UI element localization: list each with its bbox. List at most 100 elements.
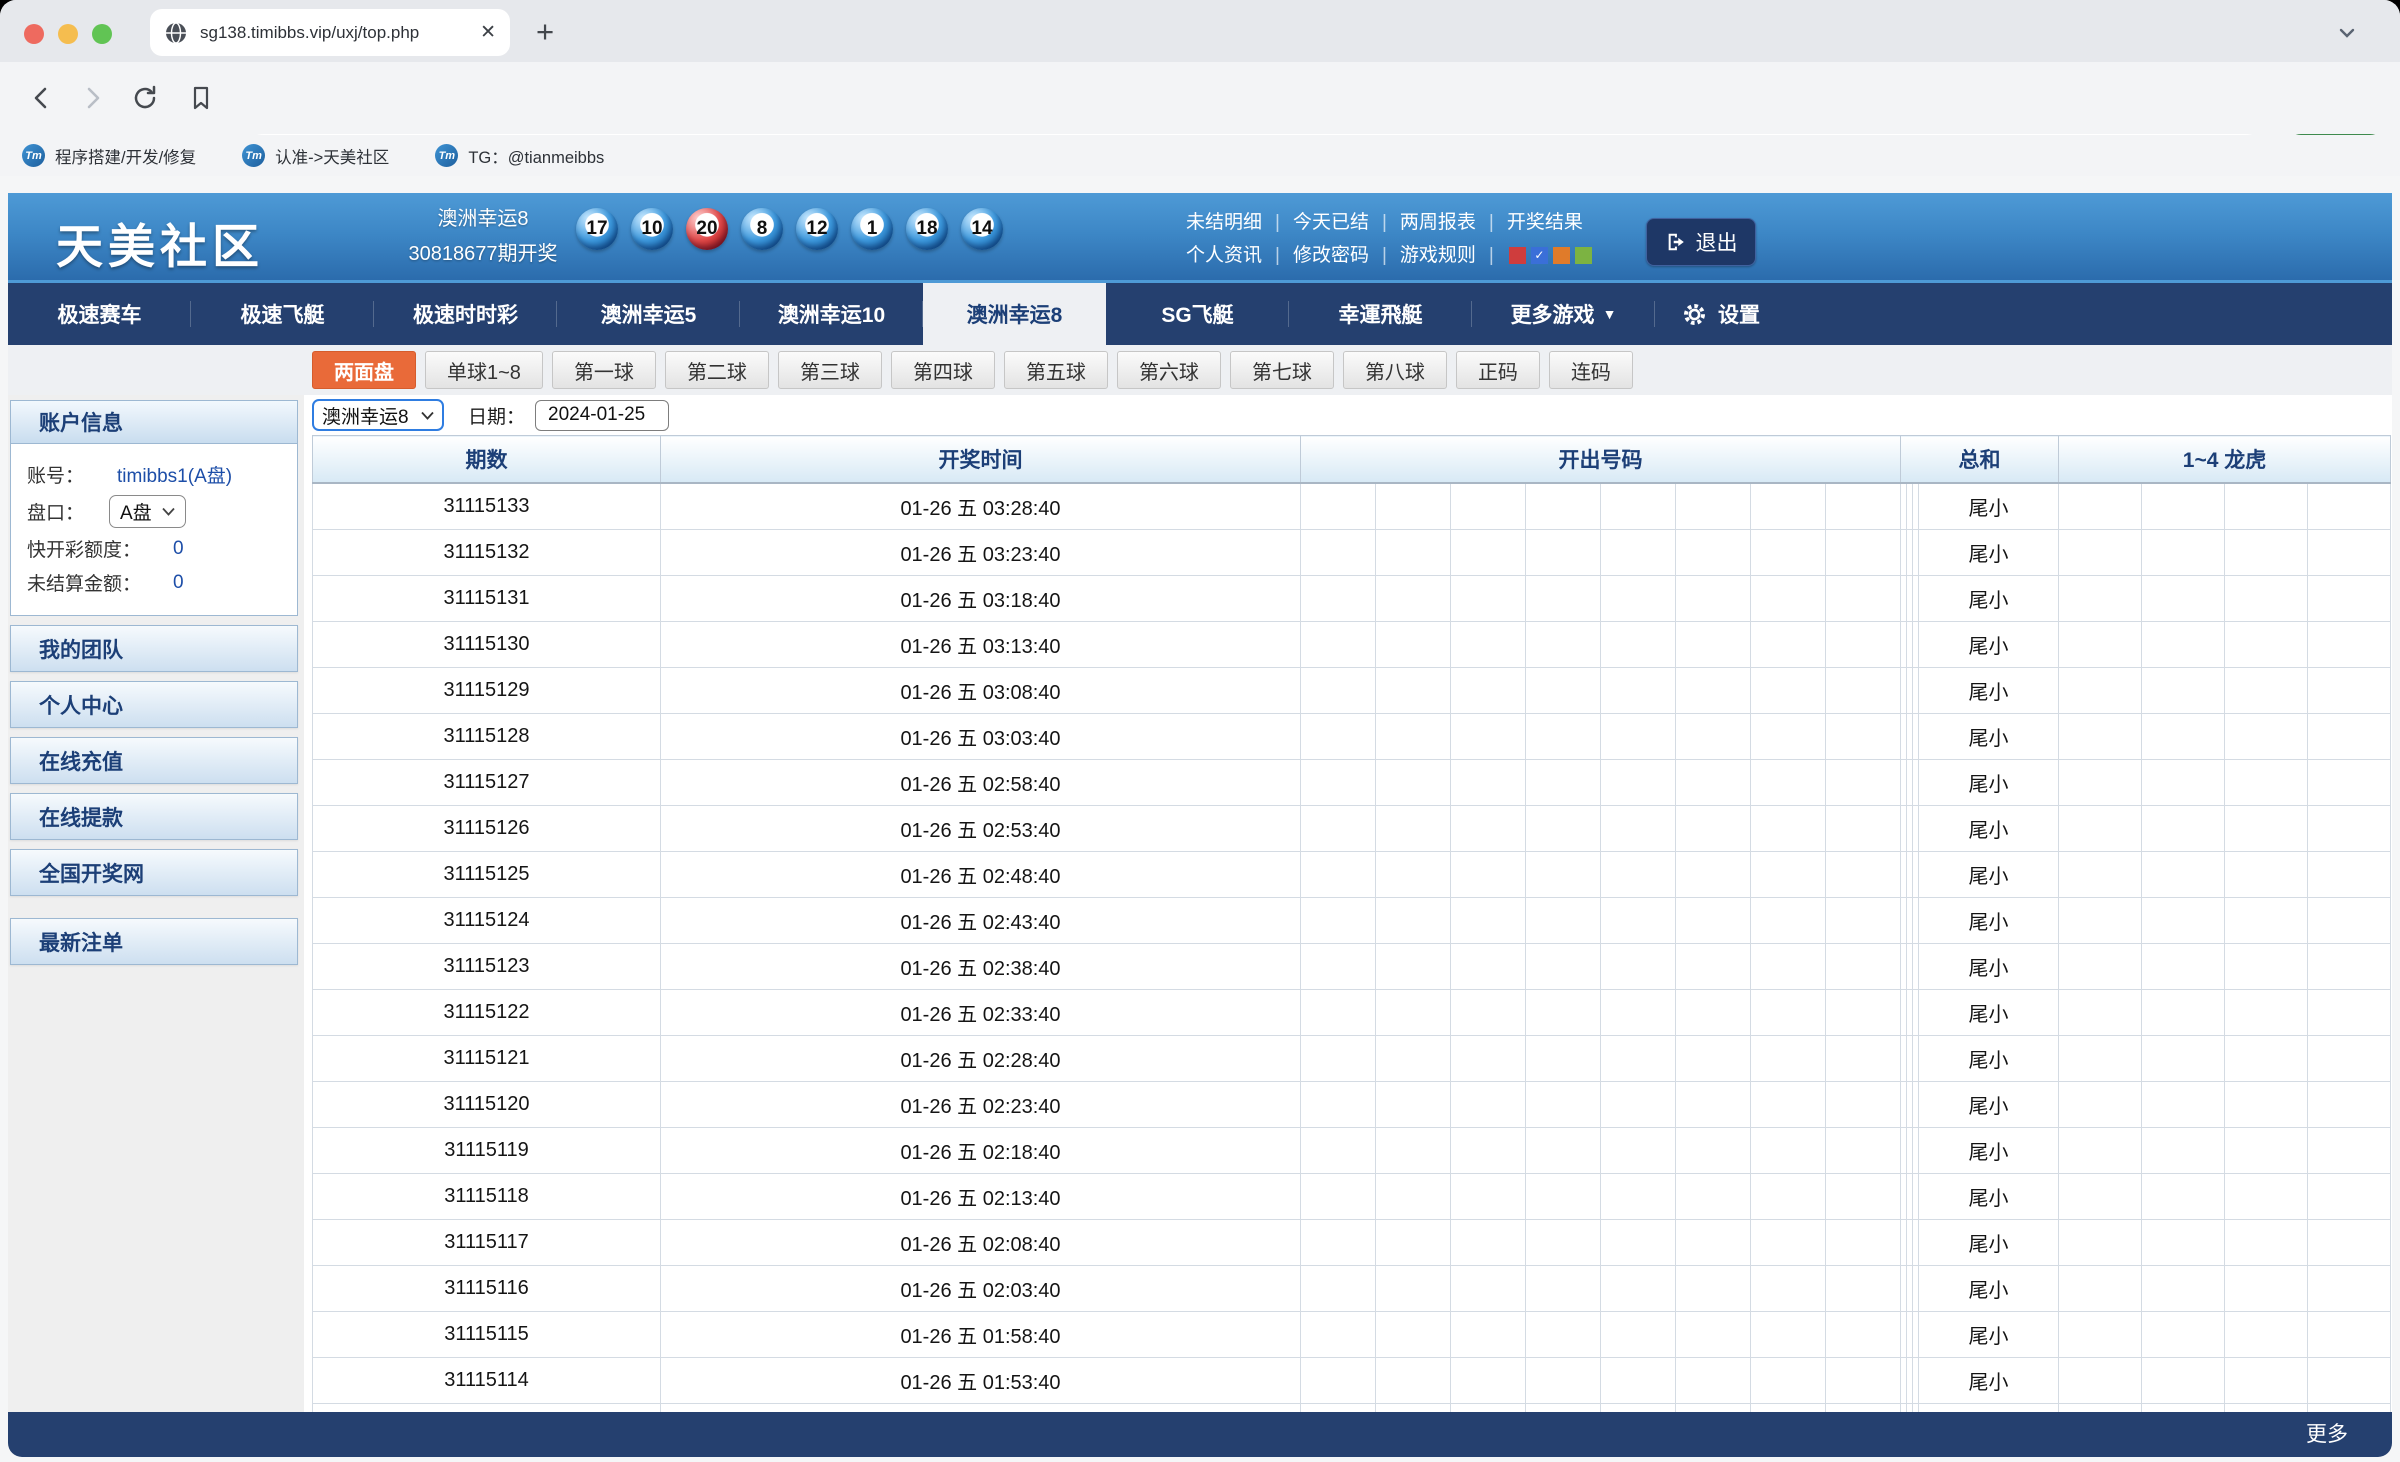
bet-type-tab-2[interactable]: 单球1~8 bbox=[425, 351, 543, 389]
sidebar-button-6[interactable]: 最新注单 bbox=[10, 918, 298, 965]
results-table: 期数 开奖时间 开出号码 总和 1~4 龙虎 3111513301-26 五 0… bbox=[312, 435, 2391, 1412]
cell-number bbox=[1676, 1128, 1751, 1174]
bet-type-tab-4[interactable]: 第二球 bbox=[665, 351, 769, 389]
theme-color-swatch[interactable] bbox=[1575, 247, 1592, 264]
header-link[interactable]: 个人资讯 bbox=[1186, 239, 1262, 272]
nav-item-settings[interactable]: 设置 bbox=[1655, 283, 1786, 345]
cell-sum: 尾小 bbox=[1919, 1266, 2059, 1312]
cell-dragon-tiger bbox=[2225, 1036, 2308, 1082]
sidebar: 账户信息 账号： timibbs1(A盘) 盘口： A盘 快开彩额度： 0 未结… bbox=[10, 400, 298, 965]
cell-dragon-tiger bbox=[2225, 898, 2308, 944]
logout-button[interactable]: 退出 bbox=[1646, 218, 1756, 266]
header-link[interactable]: 两周报表 bbox=[1400, 206, 1476, 239]
col-numbers: 开出号码 bbox=[1301, 436, 1901, 484]
link-separator: | bbox=[1275, 206, 1280, 239]
bet-type-tab-7[interactable]: 第五球 bbox=[1004, 351, 1108, 389]
bookmark-favicon-icon: Tm bbox=[435, 144, 458, 167]
sidebar-button-1[interactable]: 我的团队 bbox=[10, 625, 298, 672]
gear-icon bbox=[1681, 301, 1708, 328]
nav-item-7[interactable]: SG飞艇 bbox=[1106, 283, 1289, 345]
cell-number bbox=[1676, 668, 1751, 714]
bookmark-button[interactable] bbox=[186, 83, 216, 113]
cell-dragon-tiger bbox=[2142, 668, 2225, 714]
bet-type-tab-10[interactable]: 第八球 bbox=[1343, 351, 1447, 389]
cell-time: 01-26 五 01:53:40 bbox=[661, 1358, 1301, 1404]
theme-color-swatch[interactable]: ✓ bbox=[1531, 247, 1548, 264]
tab-close-icon[interactable]: ✕ bbox=[480, 21, 496, 44]
cell-number bbox=[1376, 1404, 1451, 1413]
back-button[interactable] bbox=[26, 83, 56, 113]
cell-sum: 尾小 bbox=[1919, 668, 2059, 714]
account-info-panel: 账号： timibbs1(A盘) 盘口： A盘 快开彩额度： 0 未结算金额： … bbox=[10, 444, 298, 616]
game-select[interactable]: 澳洲幸运8 bbox=[312, 399, 444, 431]
cell-number bbox=[1301, 530, 1376, 576]
theme-color-swatch[interactable] bbox=[1553, 247, 1570, 264]
cell-number bbox=[1301, 714, 1376, 760]
bet-type-tab-12[interactable]: 连码 bbox=[1549, 351, 1633, 389]
nav-item-9[interactable]: 更多游戏▼ bbox=[1472, 283, 1655, 345]
cell-number bbox=[1751, 1128, 1826, 1174]
browser-tab[interactable]: sg138.timibbs.vip/uxj/top.php ✕ bbox=[150, 9, 510, 56]
bet-type-tab-3[interactable]: 第一球 bbox=[552, 351, 656, 389]
sidebar-button-5[interactable]: 全国开奖网 bbox=[10, 849, 298, 896]
sidebar-button-3[interactable]: 在线充值 bbox=[10, 737, 298, 784]
bet-type-tab-6[interactable]: 第四球 bbox=[891, 351, 995, 389]
sidebar-button-2[interactable]: 个人中心 bbox=[10, 681, 298, 728]
new-tab-button[interactable]: + bbox=[536, 16, 554, 48]
cell-number bbox=[1601, 576, 1676, 622]
nav-item-2[interactable]: 极速飞艇 bbox=[191, 283, 374, 345]
header-link[interactable]: 修改密码 bbox=[1293, 239, 1369, 272]
nav-item-4[interactable]: 澳洲幸运5 bbox=[557, 283, 740, 345]
cell-number bbox=[1376, 898, 1451, 944]
cell-dragon-tiger bbox=[2225, 1174, 2308, 1220]
cell-time: 01-26 五 02:48:40 bbox=[661, 852, 1301, 898]
table-row: 3111513301-26 五 03:28:40尾小 bbox=[313, 483, 2391, 530]
bookmark-favicon-icon: Tm bbox=[242, 144, 265, 167]
nav-item-8[interactable]: 幸運飛艇 bbox=[1289, 283, 1472, 345]
minimize-window-button[interactable] bbox=[58, 24, 78, 44]
cell-dragon-tiger bbox=[2225, 714, 2308, 760]
tab-search-chevron-icon[interactable] bbox=[2336, 22, 2358, 44]
bet-type-tab-9[interactable]: 第七球 bbox=[1230, 351, 1334, 389]
cell-number bbox=[1826, 1036, 1901, 1082]
draw-result-balls: 17102081211814 bbox=[576, 208, 1003, 250]
cell-number bbox=[1826, 1220, 1901, 1266]
cell-number bbox=[1526, 1358, 1601, 1404]
nav-item-1[interactable]: 极速赛车 bbox=[8, 283, 191, 345]
nav-item-5[interactable]: 澳洲幸运10 bbox=[740, 283, 923, 345]
cell-number bbox=[1751, 1220, 1826, 1266]
link-separator: | bbox=[1489, 239, 1494, 272]
nav-item-6[interactable]: 澳洲幸运8 bbox=[923, 283, 1106, 345]
bookmark-item[interactable]: Tm认准->天美社区 bbox=[242, 144, 389, 168]
bookmark-item[interactable]: Tm程序搭建/开发/修复 bbox=[22, 144, 196, 168]
table-row: 3111511701-26 五 02:08:40尾小 bbox=[313, 1220, 2391, 1266]
forward-button[interactable] bbox=[78, 83, 108, 113]
theme-color-swatch[interactable] bbox=[1509, 247, 1526, 264]
board-select[interactable]: A盘 bbox=[109, 495, 186, 528]
table-row: 3111511801-26 五 02:13:40尾小 bbox=[313, 1174, 2391, 1220]
nav-item-3[interactable]: 极速时时彩 bbox=[374, 283, 557, 345]
bet-type-tab-5[interactable]: 第三球 bbox=[778, 351, 882, 389]
header-link[interactable]: 开奖结果 bbox=[1507, 206, 1583, 239]
cell-number bbox=[1676, 1082, 1751, 1128]
header-link[interactable]: 今天已结 bbox=[1293, 206, 1369, 239]
cell-number bbox=[1376, 576, 1451, 622]
table-row: 3111511601-26 五 02:03:40尾小 bbox=[313, 1266, 2391, 1312]
sidebar-button-4[interactable]: 在线提款 bbox=[10, 793, 298, 840]
close-window-button[interactable] bbox=[24, 24, 44, 44]
table-row: 3111512701-26 五 02:58:40尾小 bbox=[313, 760, 2391, 806]
header-link[interactable]: 游戏规则 bbox=[1400, 239, 1476, 272]
bookmark-item[interactable]: TmTG：@tianmeibbs bbox=[435, 144, 604, 168]
bookmarks-bar: Tm程序搭建/开发/修复 Tm认准->天美社区 TmTG：@tianmeibbs bbox=[0, 135, 2400, 176]
date-input[interactable] bbox=[535, 400, 669, 431]
bet-type-tab-11[interactable]: 正码 bbox=[1456, 351, 1540, 389]
cell-number bbox=[1526, 1128, 1601, 1174]
zoom-window-button[interactable] bbox=[92, 24, 112, 44]
reload-button[interactable] bbox=[130, 83, 160, 113]
cell-number bbox=[1751, 622, 1826, 668]
bet-type-tab-8[interactable]: 第六球 bbox=[1117, 351, 1221, 389]
cell-number bbox=[1376, 806, 1451, 852]
more-link[interactable]: 更多 bbox=[2306, 1423, 2348, 1446]
bet-type-tab-1[interactable]: 两面盘 bbox=[312, 351, 416, 389]
header-link[interactable]: 未结明细 bbox=[1186, 206, 1262, 239]
